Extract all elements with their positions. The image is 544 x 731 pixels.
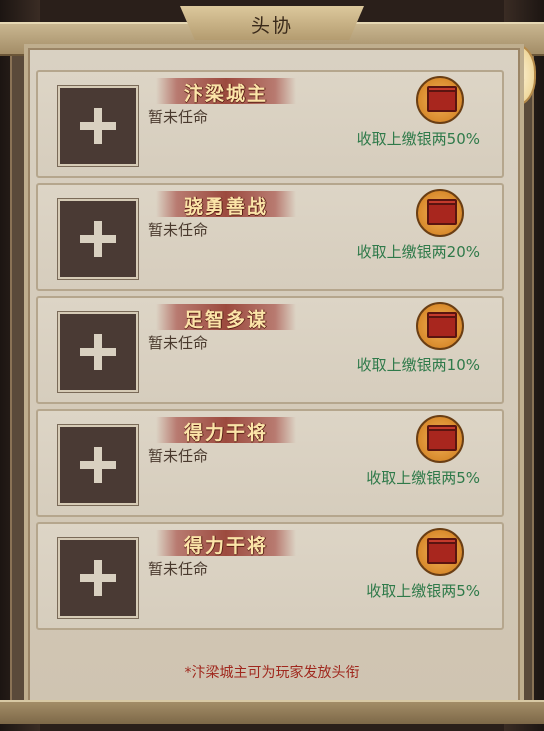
reward-text: 收取上缴银两50%: [356, 130, 480, 148]
add-member-button[interactable]: [58, 538, 138, 618]
treasure-chest-icon[interactable]: [416, 76, 464, 124]
title-slot: 骁勇善战 暂未任命 收取上缴银两20%: [36, 183, 504, 291]
bottom-rail: [0, 700, 544, 724]
title-slot: 足智多谋 暂未任命 收取上缴银两10%: [36, 296, 504, 404]
rank-title: 汴梁城主: [183, 83, 268, 105]
appointment-status: 暂未任命: [148, 221, 209, 239]
treasure-chest-icon[interactable]: [416, 189, 464, 237]
page-title: 头协: [250, 15, 293, 37]
add-member-button[interactable]: [58, 86, 138, 166]
add-member-button[interactable]: [58, 312, 138, 392]
rank-ribbon: 汴梁城主: [156, 78, 296, 105]
title-slot: 汴梁城主 暂未任命 收取上缴银两50%: [36, 70, 504, 178]
appointment-status: 暂未任命: [148, 560, 209, 578]
footer-note: *汴梁城主可为玩家发放头衔: [184, 665, 360, 681]
appointment-status: 暂未任命: [148, 108, 209, 126]
rank-title: 得力干将: [183, 535, 268, 557]
reward-text: 收取上缴银两20%: [356, 243, 480, 261]
reward-text: 收取上缴银两5%: [366, 582, 480, 600]
appointment-status: 暂未任命: [148, 447, 209, 465]
title-slot: 得力干将 暂未任命 收取上缴银两5%: [36, 522, 504, 630]
rank-title: 得力干将: [183, 422, 268, 444]
rank-ribbon: 得力干将: [156, 530, 296, 557]
reward-text: 收取上缴银两10%: [356, 356, 480, 374]
reward-text: 收取上缴银两5%: [366, 469, 480, 487]
rank-title: 足智多谋: [183, 309, 268, 331]
rank-title: 骁勇善战: [183, 196, 268, 218]
add-member-button[interactable]: [58, 199, 138, 279]
treasure-chest-icon[interactable]: [416, 302, 464, 350]
rank-ribbon: 骁勇善战: [156, 191, 296, 218]
title-plate: 头协: [180, 6, 364, 40]
treasure-chest-icon[interactable]: [416, 415, 464, 463]
rank-ribbon: 得力干将: [156, 417, 296, 444]
rank-ribbon: 足智多谋: [156, 304, 296, 331]
title-slot: 得力干将 暂未任命 收取上缴银两5%: [36, 409, 504, 517]
add-member-button[interactable]: [58, 425, 138, 505]
treasure-chest-icon[interactable]: [416, 528, 464, 576]
appointment-status: 暂未任命: [148, 334, 209, 352]
